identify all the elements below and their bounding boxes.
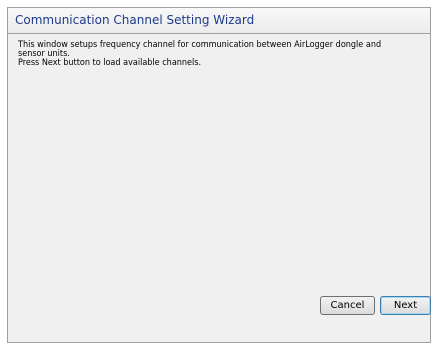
window-title: Communication Channel Setting Wizard: [15, 13, 255, 27]
next-button[interactable]: Next: [380, 296, 431, 315]
cancel-button[interactable]: Cancel: [320, 296, 375, 315]
instruction-line-1: This window setups frequency channel for…: [18, 40, 382, 50]
instruction-text: This window setups frequency channel for…: [18, 41, 422, 68]
title-bar: Communication Channel Setting Wizard: [7, 7, 431, 33]
wizard-window: Communication Channel Setting Wizard Thi…: [0, 0, 436, 349]
instruction-line-3: Press Next button to load available chan…: [18, 58, 202, 68]
